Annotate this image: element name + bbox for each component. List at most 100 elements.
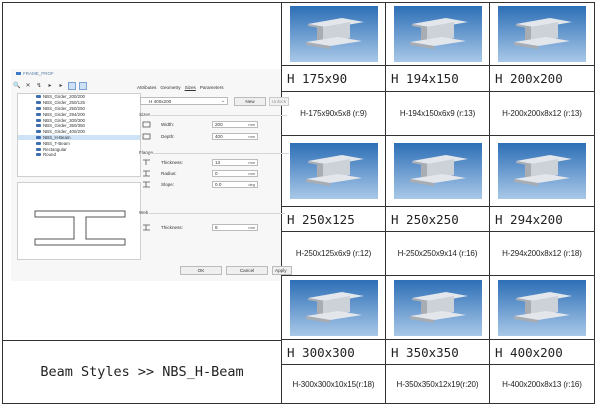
beam-name: H 200x200: [490, 66, 594, 92]
caption-row: Beam Styles >> NBS_H-Beam: [3, 341, 281, 403]
flange-thickness-unit: mm: [248, 160, 255, 165]
beam-table: FRAME_PROF 🔍 ✕ ↯ ▸ ▸ NBS_Girder_200/200 N…: [2, 2, 595, 404]
grid-view-icon[interactable]: [68, 82, 76, 90]
slope-unit: deg: [248, 182, 255, 187]
beam-spec: H-175x90x5x8 (r:9): [282, 92, 386, 136]
profile-icon: [36, 101, 41, 105]
h-beam-section-icon: [34, 210, 126, 246]
caption-text: Beam Styles >> NBS_H-Beam: [40, 364, 244, 380]
next-icon[interactable]: ▸: [57, 82, 65, 90]
depth-input[interactable]: 400 mm: [212, 133, 258, 140]
web-thickness-input[interactable]: 8 mm: [212, 224, 258, 231]
profile-icon: [36, 106, 41, 110]
forward-icon[interactable]: ▸: [46, 82, 54, 90]
delete-icon[interactable]: ✕: [24, 82, 32, 90]
beam-image-cell: [490, 3, 594, 66]
tree-item-label: NBS_Girder_300/300: [43, 117, 85, 123]
profile-icon: [36, 147, 41, 151]
tree-item-label: Rectangular: [43, 146, 67, 152]
profile-icon: [36, 124, 41, 128]
flange-thickness-icon: [143, 159, 150, 165]
depth-value: 400: [215, 134, 223, 139]
tab-geometry[interactable]: Geometry: [160, 85, 180, 90]
slope-icon: [143, 181, 150, 188]
sort-icon[interactable]: ↯: [35, 82, 43, 90]
dialog-title-text: FRAME_PROF: [23, 71, 54, 76]
slope-label: Slope:: [161, 182, 175, 187]
list-view-icon[interactable]: [79, 82, 87, 90]
h-beam-render: [498, 6, 586, 62]
cancel-button[interactable]: Cancel: [226, 266, 268, 275]
tree-item-label: NBS_T-Beam: [43, 140, 70, 146]
beam-spec: H-194x150x6x9 (r:13): [386, 92, 490, 136]
width-icon: [142, 121, 151, 128]
profile-icon: [36, 95, 41, 99]
dialog-toolbar: 🔍 ✕ ↯ ▸ ▸: [13, 81, 87, 91]
width-label: Width:: [161, 122, 175, 127]
profile-select-value: H 400x200: [149, 99, 172, 104]
width-unit: mm: [248, 122, 255, 127]
beam-image-cell: [386, 276, 490, 340]
app-icon: [16, 72, 21, 76]
dialog-title: FRAME_PROF: [16, 71, 54, 76]
beam-name: H 400x200: [490, 340, 594, 365]
beam-name: H 250x250: [386, 207, 490, 232]
h-beam-render: [289, 143, 378, 199]
tree-item-label: NBS_Girder_200/200: [43, 94, 85, 100]
flange-thickness-input[interactable]: 13 mm: [212, 159, 258, 166]
sizes-divider: [149, 115, 287, 116]
beam-spec: H-200x200x8x12 (r:13): [490, 92, 594, 136]
flange-thickness-value: 13: [215, 160, 221, 165]
radius-label: Radius:: [161, 171, 177, 176]
beam-name: H 300x300: [282, 340, 386, 365]
slope-value: 0.0: [215, 182, 222, 187]
h-beam-render: [289, 279, 378, 336]
profile-tree[interactable]: NBS_Girder_200/200 NBS_Girder_250/125 NBS_…: [17, 93, 141, 177]
radius-value: 0: [215, 171, 218, 176]
beam-spec: H-294x200x8x12 (r:18): [490, 232, 594, 276]
tree-item-label: Round: [43, 152, 56, 158]
beam-name: H 294x200: [490, 207, 594, 232]
h-beam-render: [393, 279, 482, 336]
web-thickness-value: 8: [215, 225, 218, 230]
web-thickness-unit: mm: [248, 225, 255, 230]
radius-icon: [143, 170, 150, 177]
depth-icon: [142, 133, 151, 140]
profile-preview: [17, 182, 141, 260]
h-beam-render: [498, 279, 586, 336]
depth-unit: mm: [248, 134, 255, 139]
beam-image-cell: [386, 3, 490, 66]
depth-label: Depth:: [161, 134, 175, 139]
tab-attributes[interactable]: Attributes: [137, 85, 156, 90]
profile-select[interactable]: H 400x200 ⌄: [140, 97, 228, 105]
slope-input[interactable]: 0.0 deg: [212, 181, 258, 188]
tree-item[interactable]: Round: [18, 152, 140, 158]
width-input[interactable]: 200 mm: [212, 121, 258, 128]
profile-icon: [36, 118, 41, 122]
beam-spec: H-250x250x9x14 (r:16): [386, 232, 490, 276]
tab-parameters[interactable]: Parameters: [200, 85, 224, 90]
beam-spec: H-400x200x8x13 (r:16): [502, 379, 582, 389]
beam-image-cell: [282, 276, 386, 340]
beam-image-cell: [490, 276, 594, 340]
radius-input[interactable]: 0 mm: [212, 170, 258, 177]
new-button[interactable]: New: [234, 97, 266, 106]
beam-name: H 175x90: [282, 66, 386, 92]
radius-unit: mm: [248, 171, 255, 176]
tree-item-label: NBS_Girder_350/350: [43, 123, 85, 129]
tree-item-label: NBS_Girder_250/125: [43, 100, 85, 106]
tree-item-label: NBS_H-Beam: [43, 134, 71, 140]
tab-sizes[interactable]: Sizes: [185, 85, 196, 90]
beam-image-cell: [490, 136, 594, 207]
beam-spec: H-350x350x12x19(r:20): [386, 365, 490, 403]
web-thickness-label: Thickness:: [161, 225, 183, 230]
h-beam-render: [393, 143, 482, 199]
chevron-down-icon: ⌄: [220, 98, 225, 104]
h-beam-render: [289, 6, 378, 62]
search-icon[interactable]: 🔍: [13, 82, 21, 90]
h-beam-render: [498, 143, 586, 199]
beam-grid: H 175x90 H-175x90x5x8 (r:9) H 194x150 H-194…: [282, 3, 594, 403]
ok-button[interactable]: OK: [180, 266, 222, 275]
flange-thickness-label: Thickness:: [161, 160, 183, 165]
tree-item-label: NBS_Girder_400/200: [43, 129, 85, 135]
